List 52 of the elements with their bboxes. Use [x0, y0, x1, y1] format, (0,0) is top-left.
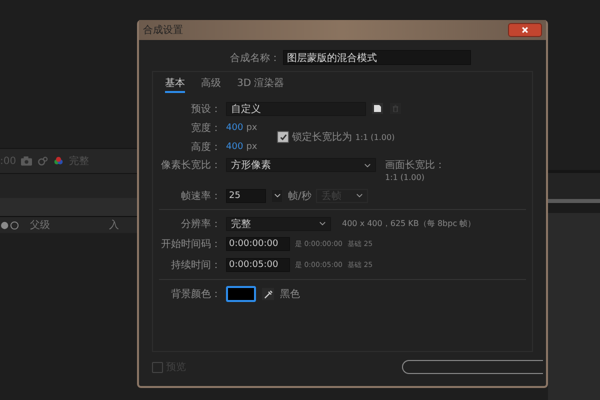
unit-label: px — [246, 142, 258, 152]
ratio-text: 1:1 (1.00) — [385, 173, 426, 182]
field-label: 持续时间： — [170, 258, 221, 272]
value-link[interactable]: 400 — [226, 142, 244, 152]
resolution-dropdown[interactable]: 完整 — [226, 216, 331, 230]
color-swatch[interactable] — [226, 286, 256, 302]
tab[interactable]: 3D 渲染器 — [237, 76, 284, 93]
checkbox[interactable] — [277, 131, 290, 143]
timecode-field[interactable]: 0:00:00:00 — [226, 236, 290, 250]
dropdown-button[interactable] — [271, 188, 283, 202]
name-field[interactable]: 图层蒙版的混合模式 — [283, 50, 471, 65]
field-label: 开始时间码： — [160, 238, 221, 250]
column-label: 入 — [109, 218, 119, 232]
field-label: 像素长宽比： — [160, 158, 221, 172]
rgb-circles-icon[interactable] — [53, 156, 64, 166]
checkbox-label: 锁定长宽比为 — [292, 130, 352, 144]
close-button[interactable] — [508, 23, 542, 37]
unit-label: px — [246, 122, 258, 132]
save-preset-button[interactable] — [371, 102, 384, 115]
duration-field[interactable]: 0:00:05:00 — [226, 258, 290, 272]
tab[interactable]: 基本 — [165, 76, 185, 93]
unit-label: 帧/秒 — [288, 190, 312, 202]
frame-rate-field[interactable]: 25 — [226, 188, 266, 202]
preset-dropdown[interactable]: 自定义 — [226, 102, 366, 116]
circle-icons — [0, 220, 20, 230]
field-label: 帧速率： — [180, 190, 221, 202]
field-label: 合成名称： — [230, 52, 280, 64]
close-icon — [521, 26, 529, 34]
eyedropper-icon — [264, 290, 272, 298]
field-label: 预设： — [190, 102, 221, 116]
eyedropper-button[interactable] — [261, 287, 275, 301]
caret-icon — [356, 193, 364, 198]
field-label: 宽度： — [190, 122, 221, 134]
button-outline[interactable] — [402, 360, 543, 374]
value-link[interactable]: 400 — [226, 122, 244, 132]
resolution-info: 400 x 400，625 KB（每 8bpc 帧） — [342, 218, 476, 229]
checkbox[interactable] — [152, 362, 163, 372]
caret-icon — [319, 221, 326, 226]
trash-icon — [392, 105, 399, 112]
field-label: 背景颜色： — [170, 288, 221, 301]
page-icon — [374, 105, 381, 112]
ratio-text: 1:1 (1.00) — [355, 132, 395, 142]
pixel-aspect-dropdown[interactable]: 方形像素 — [226, 158, 376, 172]
caret-icon — [364, 162, 371, 168]
window-title: 合成设置 — [143, 24, 183, 37]
column-label: 父级 — [30, 219, 50, 232]
tab[interactable]: 高级 — [201, 76, 221, 93]
field-label: 分辨率： — [180, 218, 221, 230]
field-label: 画面长宽比： — [385, 158, 445, 172]
field-label: 高度： — [190, 140, 221, 154]
caret-icon — [274, 193, 280, 198]
color-name: 黑色 — [280, 288, 300, 301]
